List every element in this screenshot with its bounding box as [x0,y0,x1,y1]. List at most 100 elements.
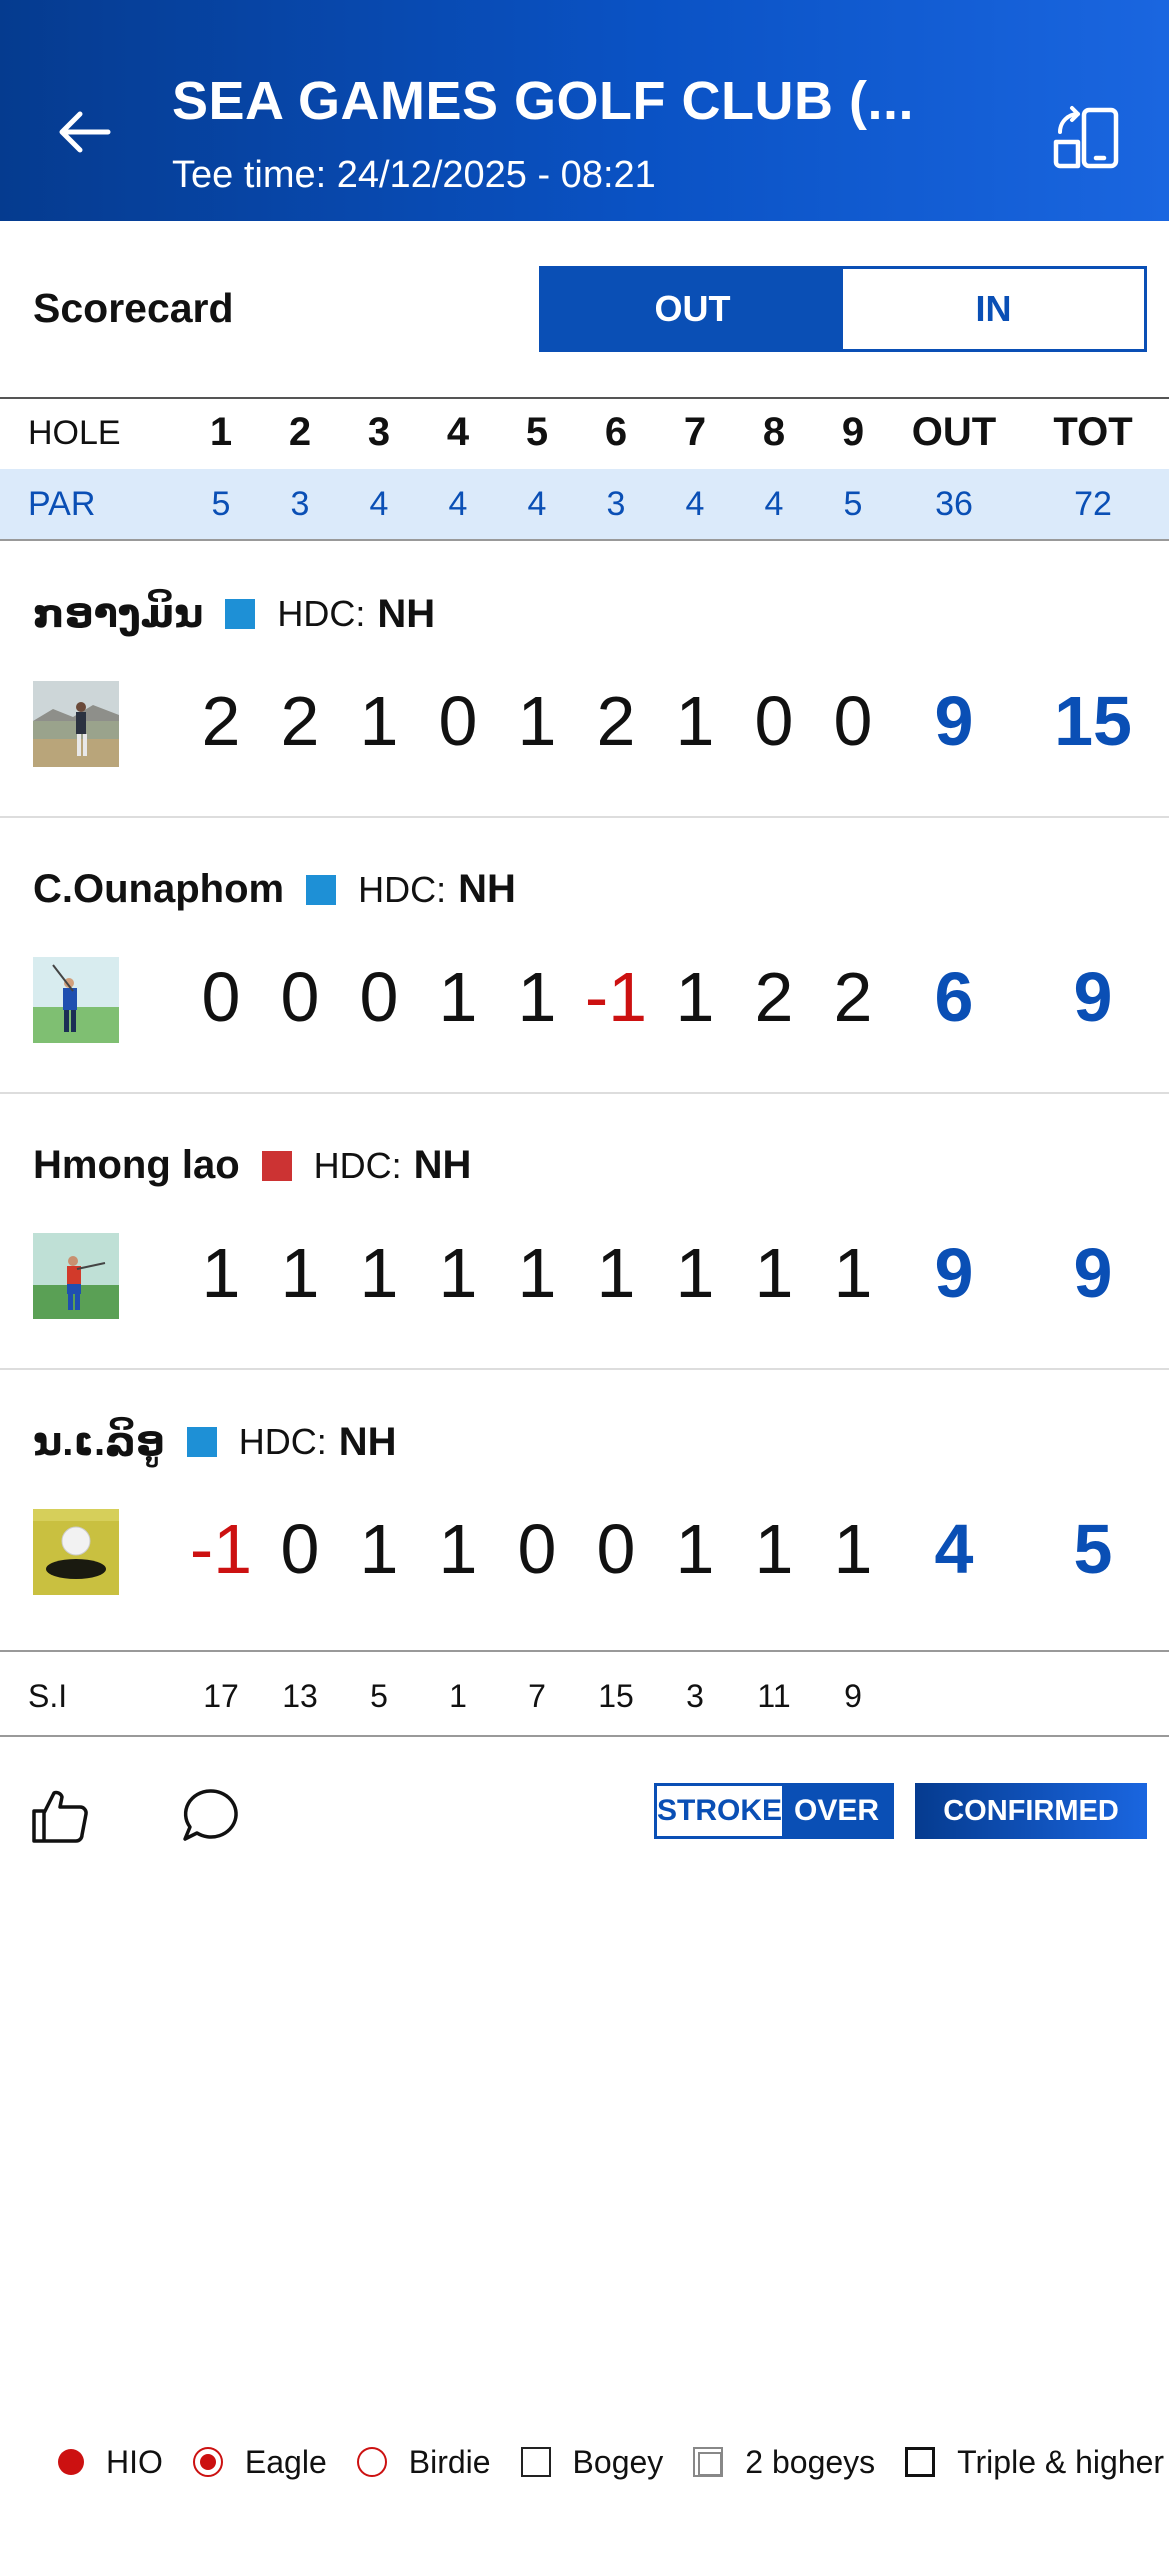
stroke-index: 13 [282,1678,318,1714]
hole-score: 2 [201,682,241,760]
hole-score: 1 [675,1234,715,1312]
hole-number: 9 [841,410,865,454]
legend-label: HIO [106,2443,163,2480]
hole-number: 7 [683,410,707,454]
tab-out[interactable]: OUT [542,269,843,349]
hole-score: 1 [517,682,557,760]
par-value: 4 [685,485,705,523]
player-header: ນ.ເ.ລິອູ HDC: NH [33,1419,397,1465]
hdc-label: HDC: [238,1421,327,1462]
player-header: C.Ounaphom HDC: NH [33,867,516,912]
divider [0,1735,1169,1737]
triple-icon [905,2447,936,2477]
stroke-index: 17 [203,1678,239,1714]
page-title: SEA GAMES GOLF CLUB (... [172,71,915,131]
hole-score: 2 [280,682,320,760]
legend-item: Eagle [192,2443,327,2481]
hole-score: 2 [833,958,873,1036]
hdc-value: NH [338,1419,397,1464]
tee-color-swatch [225,599,256,629]
hole-score: 1 [833,1234,873,1312]
hole-score: 1 [754,1510,794,1588]
2bogeys-icon [693,2447,724,2477]
avatar [33,681,119,767]
hole-score: 0 [280,958,320,1036]
avatar [33,1509,119,1595]
hole-score: 0 [280,1510,320,1588]
tab-in[interactable]: IN [843,269,1144,349]
stroke-index: 15 [598,1678,634,1714]
hole-number: 1 [209,410,233,454]
par-value: 4 [527,485,547,523]
mode-over[interactable]: OVER [782,1786,891,1836]
player-header: ກອາງມິນ HDC: NH [33,591,435,637]
hole-score: 1 [675,682,715,760]
hdc-value: NH [377,591,436,636]
hdc-label: HDC: [358,868,447,910]
par-value: 4 [448,485,468,523]
player-header: Hmong lao HDC: NH [33,1143,471,1188]
par-value: 4 [764,485,784,523]
par-value: 4 [369,485,389,523]
hole-score: 1 [596,1234,636,1312]
hole-score: 1 [517,1234,557,1312]
par-out: 36 [935,485,973,523]
player-row[interactable]: Hmong lao HDC: NH 1 1 1 1 1 1 1 1 1 9 9 [0,1093,1169,1369]
legend-item: Birdie [356,2444,491,2481]
nine-toggle: OUT IN [539,266,1147,352]
tot-header: TOT [1053,410,1133,454]
player-name: C.Ounaphom [33,867,285,911]
score-legend: HIO Eagle Birdie Bogey 2 bogeys Triple & high… [58,2440,1169,2484]
app-header: SEA GAMES GOLF CLUB (... Tee time: 24/12… [0,0,1169,221]
par-label: PAR [28,485,96,523]
back-arrow-icon[interactable] [52,100,116,164]
hole-score: 0 [596,1510,636,1588]
legend-label: 2 bogeys [745,2443,876,2480]
player-row[interactable]: ນ.ເ.ລິອູ HDC: NH -1 0 1 1 0 0 1 1 1 4 5 [0,1369,1169,1645]
hole-score: 1 [359,1234,399,1312]
hole-label: HOLE [28,414,121,452]
hole-score: 1 [359,1510,399,1588]
player-name: ນ.ເ.ລິອູ [33,1420,165,1464]
tot-total: 5 [1073,1510,1113,1588]
out-total: 6 [934,958,974,1036]
hole-score: 1 [517,958,557,1036]
hole-number: 4 [446,410,470,454]
status-badge: CONFIRMED [915,1783,1147,1839]
score-mode-toggle[interactable]: STROKE OVER [654,1783,894,1839]
hole-score: 0 [754,682,794,760]
stroke-index: 1 [449,1678,467,1714]
legend-label: Eagle [244,2443,327,2480]
comment-icon[interactable] [180,1785,240,1845]
bogey-icon [520,2447,551,2477]
thumbs-up-icon[interactable] [30,1785,90,1845]
hole-number: 3 [367,410,391,454]
par-value: 3 [606,485,626,523]
par-value: 5 [211,485,231,523]
hole-score: 1 [201,1234,241,1312]
hole-score: 0 [833,682,873,760]
player-row[interactable]: ກອາງມິນ HDC: NH 2 2 1 0 1 2 1 0 0 9 15 [0,541,1169,817]
par-value: 3 [290,485,310,523]
player-row[interactable]: C.Ounaphom HDC: NH 0 0 0 1 1 -1 1 2 2 6 9 [0,817,1169,1093]
stroke-index: 7 [528,1678,546,1714]
tot-total: 15 [1054,682,1132,760]
mode-stroke[interactable]: STROKE [657,1786,783,1836]
hole-score: 1 [359,682,399,760]
out-total: 4 [934,1510,974,1588]
par-row: PAR 5 3 4 4 4 3 4 4 5 36 72 [0,469,1169,539]
hole-number: 8 [762,410,786,454]
hole-score: 1 [438,1510,478,1588]
hole-row: HOLE 1 2 3 4 5 6 7 8 9 OUT TOT [0,398,1169,468]
hole-score: -1 [584,958,648,1036]
out-total: 9 [934,1234,974,1312]
player-name: ກອາງມິນ [33,592,204,636]
hole-score: 1 [438,958,478,1036]
hdc-label: HDC: [277,593,366,634]
hole-number: 5 [525,410,549,454]
birdie-icon [356,2447,387,2477]
rotate-screen-icon[interactable] [1052,100,1124,172]
hio-icon [58,2449,84,2475]
hole-score: 1 [675,1510,715,1588]
si-row: S.I 17 13 5 1 7 15 3 11 9 [0,1652,1169,1736]
